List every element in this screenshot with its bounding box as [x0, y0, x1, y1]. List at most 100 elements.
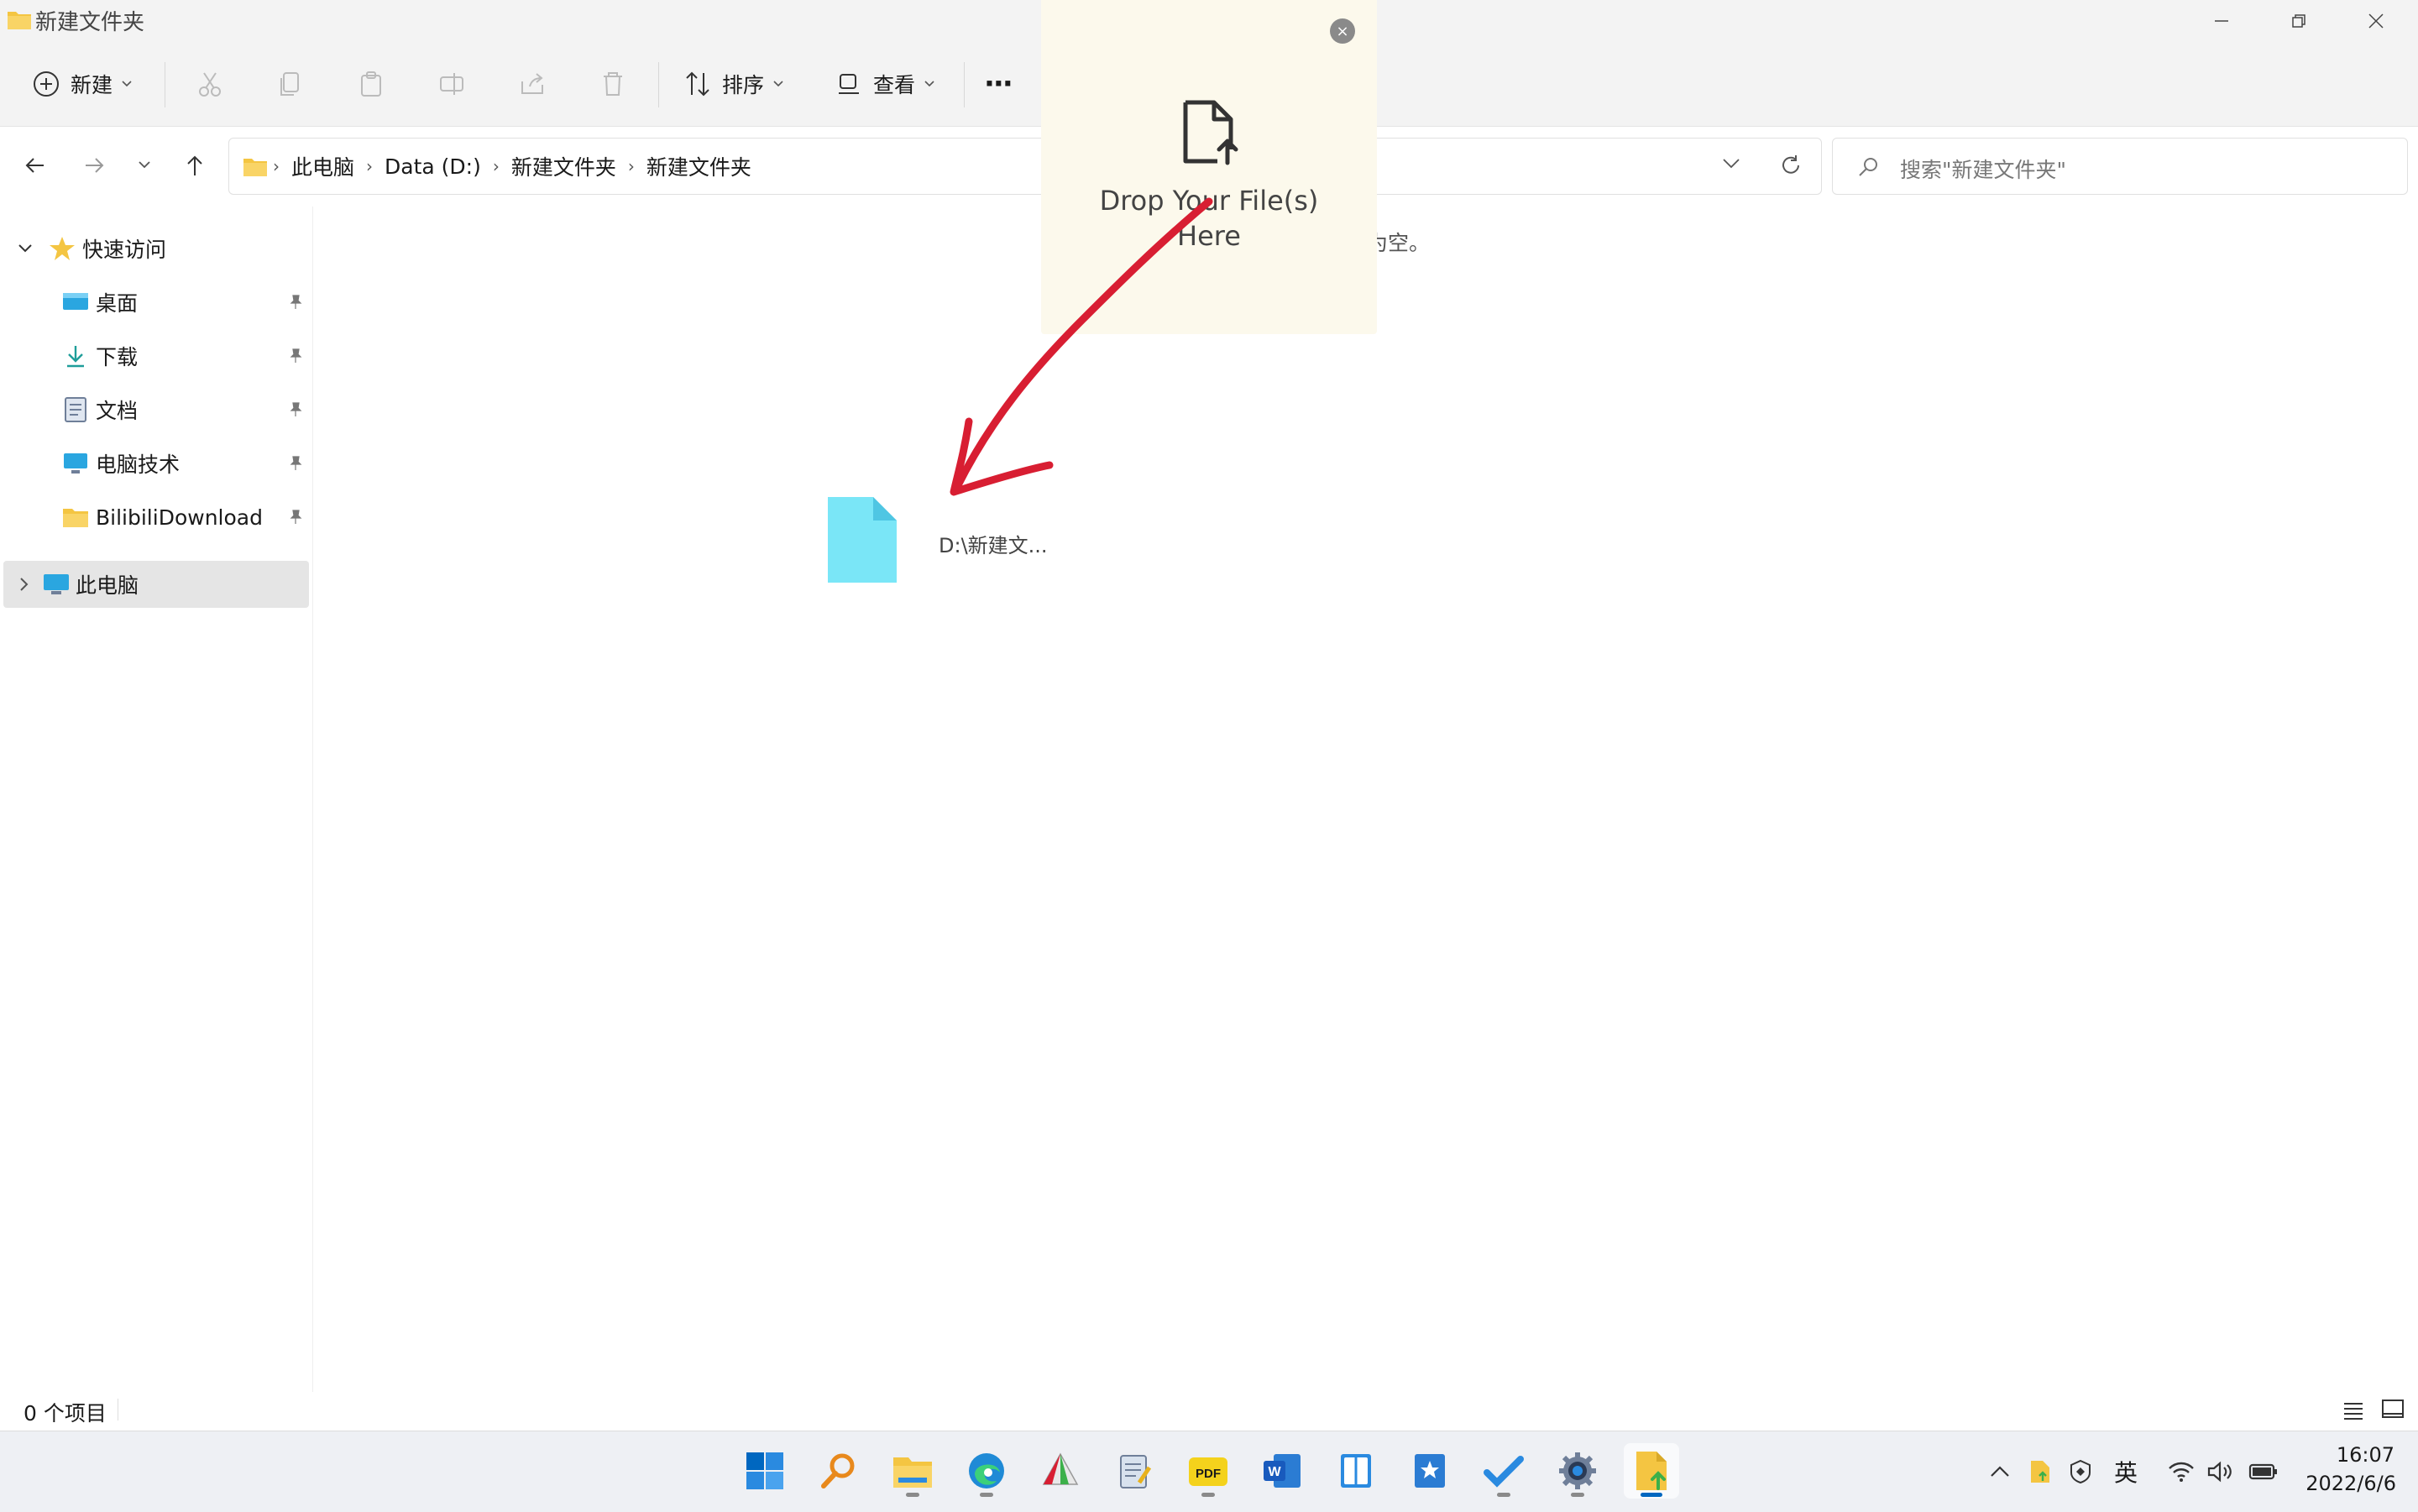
chevron-down-icon — [924, 81, 934, 87]
taskbar-todo-app[interactable] — [1476, 1443, 1531, 1499]
book-icon — [1341, 1454, 1371, 1488]
back-button[interactable] — [17, 147, 54, 184]
colorful-app-icon — [1042, 1452, 1079, 1485]
checkmark-icon — [1484, 1456, 1524, 1488]
desktop-icon — [63, 293, 88, 310]
sort-icon — [686, 71, 709, 97]
tiles-view-icon — [2382, 1400, 2404, 1418]
clock-date[interactable]: 2022/6/6 — [2292, 1472, 2396, 1495]
sidebar-item-label: 电脑技术 — [96, 453, 181, 477]
sidebar-item-bilibili-download[interactable]: BilibiliDownload — [0, 492, 312, 542]
taskbar-book-app[interactable] — [1328, 1443, 1384, 1499]
copy-button[interactable] — [274, 67, 307, 101]
chevron-down-icon — [1723, 159, 1740, 169]
forward-button[interactable] — [76, 147, 113, 184]
sidebar-item-this-pc[interactable]: 此电脑 — [3, 561, 309, 608]
drop-zone-close-button[interactable]: × — [1330, 18, 1355, 44]
clock-time[interactable]: 16:07 — [2327, 1443, 2394, 1467]
taskbar-notepad[interactable] — [1107, 1443, 1162, 1499]
dragged-file-icon[interactable] — [826, 495, 898, 584]
address-bar[interactable]: › 此电脑 › Data (D:) › 新建文件夹 › 新建文件夹 — [228, 138, 1822, 195]
tray-drop-app-icon[interactable] — [2023, 1453, 2057, 1490]
running-indicator — [980, 1493, 993, 1497]
large-icons-view-button[interactable] — [2381, 1399, 2405, 1420]
taskbar-app-umbrella[interactable] — [1033, 1443, 1088, 1499]
breadcrumb-current[interactable]: 新建文件夹 — [640, 151, 758, 181]
search-box[interactable]: 搜索"新建文件夹" — [1832, 138, 2408, 195]
battery-icon[interactable] — [2243, 1453, 2284, 1490]
svg-text:PDF: PDF — [1196, 1467, 1221, 1481]
details-view-button[interactable] — [2342, 1400, 2364, 1420]
show-hidden-icons-button[interactable] — [1983, 1453, 2017, 1490]
sidebar-item-computer-tech[interactable]: 电脑技术 — [0, 438, 312, 489]
taskbar-settings[interactable] — [1550, 1443, 1605, 1499]
sidebar-item-label: 下载 — [96, 345, 139, 369]
more-icon: ··· — [984, 67, 1013, 101]
taskbar-file-explorer[interactable] — [885, 1443, 940, 1499]
magnifier-icon — [821, 1453, 855, 1488]
close-icon — [2368, 13, 2384, 29]
status-bar: 0 个项目 — [0, 1392, 2418, 1429]
search-input[interactable]: 搜索"新建文件夹" — [1900, 154, 2066, 184]
new-button-label: 新建 — [71, 73, 113, 97]
breadcrumb: › 此电脑 › Data (D:) › 新建文件夹 › 新建文件夹 — [243, 139, 758, 194]
sidebar-item-documents[interactable]: 文档 — [0, 385, 312, 435]
arrow-right-icon — [86, 158, 104, 173]
chevron-down-icon — [18, 244, 32, 253]
taskbar-edge[interactable] — [959, 1443, 1014, 1499]
tray-app-icon[interactable] — [2064, 1453, 2097, 1490]
navigation-pane: 快速访问 桌面 下载 文档 电脑技术 BilibiliDownload 此电脑 — [0, 207, 313, 1392]
drop-zone-text: Drop Your File(s) Here — [1041, 183, 1377, 254]
pdf-icon: PDF — [1189, 1457, 1227, 1486]
folder-icon — [7, 8, 32, 30]
sidebar-item-downloads[interactable]: 下载 — [0, 331, 312, 381]
taskbar-word[interactable]: W — [1254, 1443, 1310, 1499]
gear-icon — [1559, 1452, 1596, 1489]
rename-button[interactable] — [435, 67, 468, 101]
wifi-icon[interactable] — [2163, 1453, 2200, 1490]
breadcrumb-drive[interactable]: Data (D:) — [378, 154, 488, 179]
shield-app-icon — [2070, 1459, 2091, 1484]
address-dropdown-button[interactable] — [1722, 157, 1740, 170]
restore-button[interactable] — [2260, 0, 2337, 42]
share-button[interactable] — [516, 67, 549, 101]
taskbar-drop-app[interactable] — [1624, 1443, 1679, 1499]
scissors-icon — [199, 72, 221, 97]
paste-button[interactable] — [354, 67, 388, 101]
up-button[interactable] — [176, 147, 213, 184]
sidebar-item-label: BilibiliDownload — [96, 505, 263, 530]
pin-icon — [290, 402, 302, 416]
new-button[interactable]: 新建 — [32, 64, 133, 104]
view-icon — [839, 74, 859, 94]
minimize-button[interactable] — [2183, 0, 2260, 42]
view-button-label: 查看 — [873, 73, 916, 97]
drop-zone-panel[interactable]: × Drop Your File(s) Here — [1041, 0, 1377, 334]
recent-locations-button[interactable] — [126, 147, 163, 184]
toolbar-divider — [658, 62, 659, 107]
more-button[interactable]: ··· — [984, 64, 1013, 104]
chevron-down-icon — [139, 161, 150, 169]
item-count: 0 个项目 — [24, 1401, 107, 1426]
cut-button[interactable] — [193, 67, 227, 101]
breadcrumb-this-pc[interactable]: 此电脑 — [285, 151, 361, 181]
sidebar-item-label: 文档 — [96, 399, 139, 423]
taskbar-pdf-app[interactable]: PDF — [1180, 1443, 1236, 1499]
start-button[interactable] — [737, 1443, 793, 1499]
delete-button[interactable] — [596, 67, 630, 101]
toolbar-divider — [964, 62, 965, 107]
volume-icon[interactable] — [2201, 1453, 2238, 1490]
chevron-right-icon — [20, 578, 29, 591]
taskbar-bookmark-app[interactable] — [1402, 1443, 1458, 1499]
refresh-button[interactable] — [1779, 154, 1803, 177]
download-icon — [67, 346, 84, 368]
close-window-button[interactable] — [2337, 0, 2415, 42]
breadcrumb-folder[interactable]: 新建文件夹 — [505, 151, 623, 181]
file-list-area[interactable] — [313, 207, 2418, 1392]
sort-button[interactable]: 排序 — [683, 64, 784, 104]
file-upload-app-icon — [1636, 1452, 1667, 1490]
sidebar-quick-access[interactable]: 快速访问 — [0, 223, 312, 274]
ime-indicator[interactable]: 英 — [2106, 1453, 2146, 1490]
sidebar-item-desktop[interactable]: 桌面 — [0, 277, 312, 327]
taskbar-search-button[interactable] — [811, 1443, 866, 1499]
view-button[interactable]: 查看 — [835, 64, 935, 104]
